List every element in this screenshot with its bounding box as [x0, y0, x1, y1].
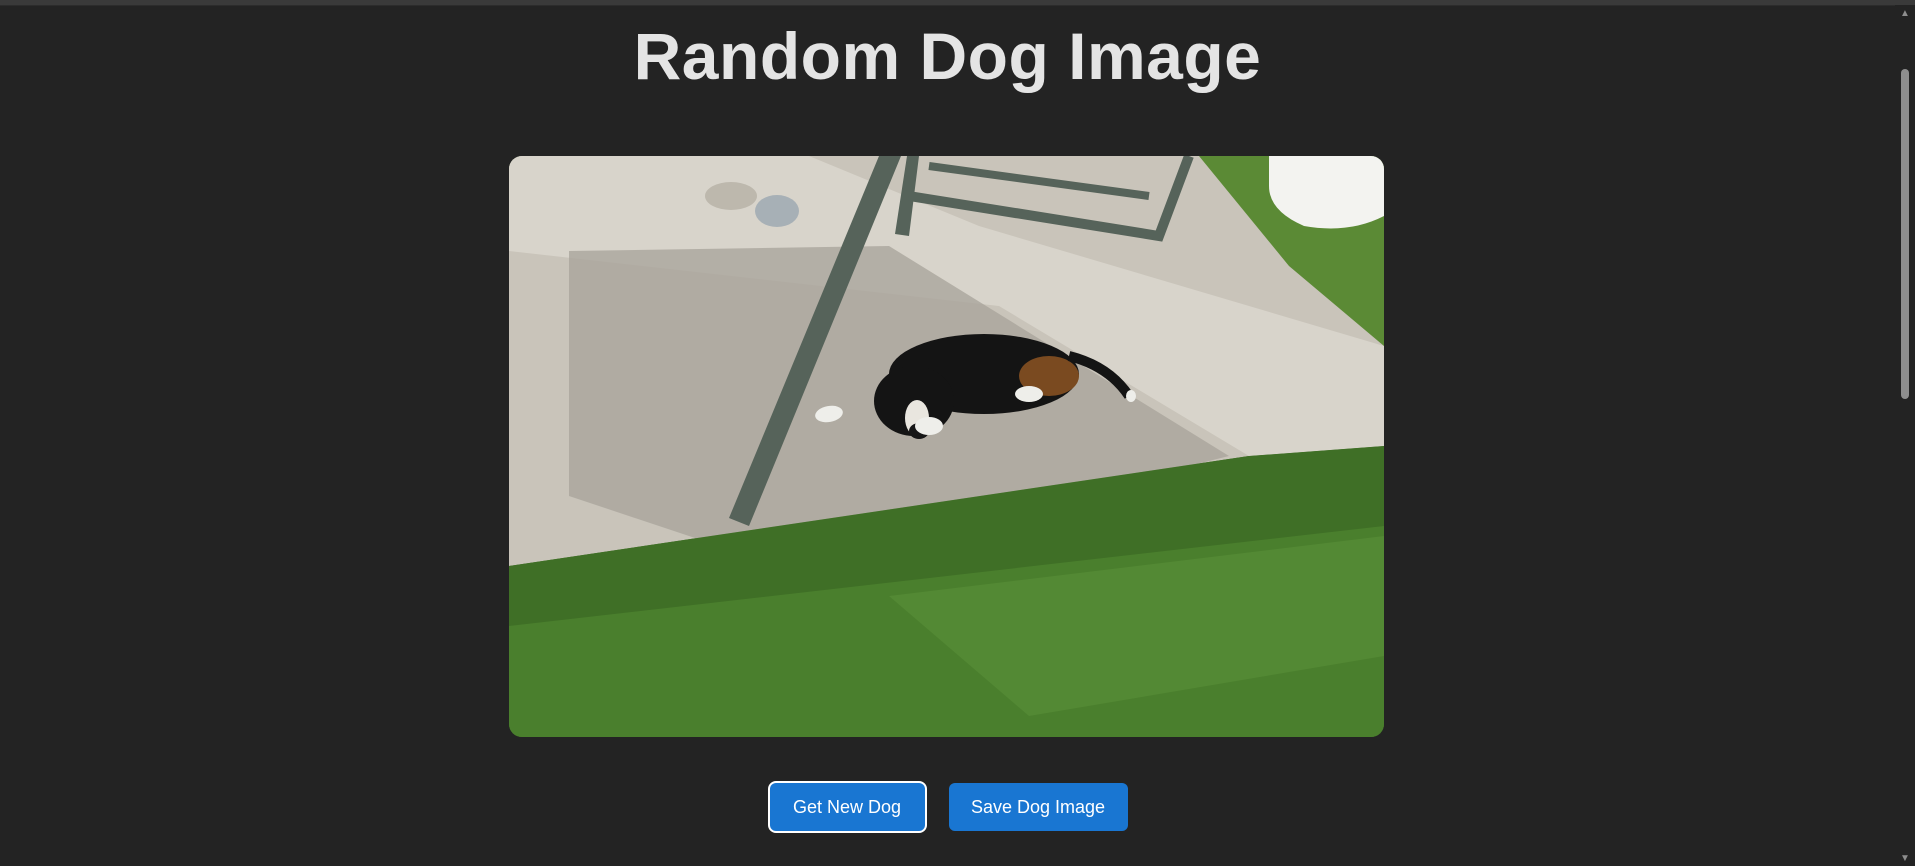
action-buttons: Get New Dog Save Dog Image [0, 783, 1895, 831]
save-dog-image-button[interactable]: Save Dog Image [948, 783, 1128, 831]
dog-photo-illustration [509, 156, 1384, 737]
vertical-scrollbar[interactable]: ▲ ▼ [1895, 5, 1915, 866]
page-content: Random Dog Image Get New Dog Save Dog Im… [0, 0, 1895, 866]
scroll-thumb[interactable] [1901, 69, 1909, 399]
get-new-dog-button[interactable]: Get New Dog [769, 783, 925, 831]
scroll-up-arrow-icon[interactable]: ▲ [1900, 9, 1910, 19]
page-title: Random Dog Image [633, 19, 1262, 93]
dog-image [509, 156, 1384, 737]
scroll-down-arrow-icon[interactable]: ▼ [1900, 854, 1910, 864]
